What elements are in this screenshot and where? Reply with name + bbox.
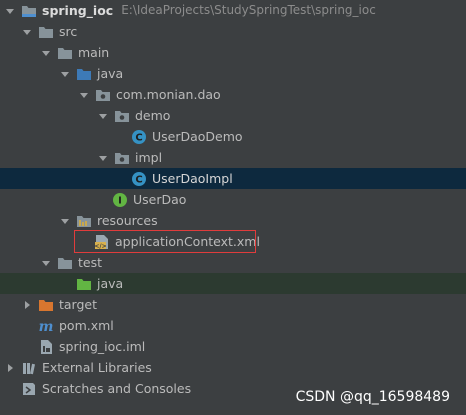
interface-icon: I: [112, 192, 128, 208]
source-folder-icon: [76, 66, 92, 82]
project-name: spring_ioc: [42, 3, 114, 18]
scratches-icon: [21, 381, 37, 397]
chevron-down-icon[interactable]: [5, 6, 15, 16]
maven-icon: m: [38, 318, 54, 334]
svg-text:C: C: [135, 132, 142, 143]
chevron-down-icon[interactable]: [79, 90, 89, 100]
project-folder-icon: [21, 3, 37, 19]
tree-row-demo[interactable]: demo: [0, 105, 466, 126]
svg-text:I: I: [118, 195, 122, 206]
chevron-down-icon[interactable]: [60, 216, 70, 226]
tree-row-pom[interactable]: m pom.xml: [0, 315, 466, 336]
interface-label: UserDao: [133, 192, 187, 207]
tree-row-resources[interactable]: resources: [0, 210, 466, 231]
tree-row-iml[interactable]: spring_ioc.iml: [0, 336, 466, 357]
chevron-right-icon[interactable]: [5, 363, 15, 373]
tree-row-package[interactable]: com.monian.dao: [0, 84, 466, 105]
watermark: CSDN @qq_16598489: [295, 389, 450, 405]
package-icon: [95, 87, 111, 103]
tree-row-target[interactable]: target: [0, 294, 466, 315]
project-path: E:\IdeaProjects\StudySpringTest\spring_i…: [121, 3, 376, 17]
tree-row-java[interactable]: java: [0, 63, 466, 84]
excluded-folder-icon: [38, 297, 54, 313]
tree-row-impl[interactable]: impl: [0, 147, 466, 168]
highlight-box: [74, 230, 256, 253]
svg-text:m: m: [39, 319, 54, 334]
file-label: pom.xml: [59, 318, 114, 333]
chevron-down-icon[interactable]: [60, 69, 70, 79]
package-icon: [114, 108, 130, 124]
tree-row-user-dao-demo[interactable]: C UserDaoDemo: [0, 126, 466, 147]
chevron-down-icon[interactable]: [41, 48, 51, 58]
package-icon: [114, 150, 130, 166]
chevron-right-icon[interactable]: [22, 300, 32, 310]
resources-folder-icon: [76, 213, 92, 229]
iml-file-icon: [38, 339, 54, 355]
folder-icon: [57, 255, 73, 271]
folder-icon: [57, 45, 73, 61]
class-label: UserDaoDemo: [152, 129, 243, 144]
folder-label: target: [59, 297, 98, 312]
folder-label: src: [59, 24, 78, 39]
svg-text:C: C: [135, 174, 142, 185]
chevron-down-icon[interactable]: [98, 111, 108, 121]
scratches-label: Scratches and Consoles: [42, 381, 192, 396]
tree-row-test-java[interactable]: java: [0, 273, 466, 294]
chevron-down-icon[interactable]: [41, 258, 51, 268]
class-label: UserDaoImpl: [152, 171, 233, 186]
tree-row-user-dao[interactable]: I UserDao: [0, 189, 466, 210]
chevron-down-icon[interactable]: [98, 153, 108, 163]
folder-label: main: [78, 45, 110, 60]
file-label: spring_ioc.iml: [59, 339, 146, 354]
external-libraries-label: External Libraries: [42, 360, 152, 375]
class-icon: C: [131, 129, 147, 145]
tree-row-user-dao-impl[interactable]: C UserDaoImpl: [0, 168, 466, 189]
tree-row-test[interactable]: test: [0, 252, 466, 273]
package-label: impl: [135, 150, 163, 165]
tree-row-main[interactable]: main: [0, 42, 466, 63]
package-label: demo: [135, 108, 171, 123]
tree-row-project[interactable]: spring_ioc E:\IdeaProjects\StudySpringTe…: [0, 0, 466, 21]
library-icon: [21, 360, 37, 376]
class-icon: C: [131, 171, 147, 187]
chevron-down-icon[interactable]: [22, 27, 32, 37]
tree-row-src[interactable]: src: [0, 21, 466, 42]
package-label: com.monian.dao: [116, 87, 221, 102]
folder-label: test: [78, 255, 103, 270]
folder-label: java: [97, 276, 124, 291]
folder-label: resources: [97, 213, 158, 228]
folder-label: java: [97, 66, 124, 81]
tree-row-external-libraries[interactable]: External Libraries: [0, 357, 466, 378]
test-source-folder-icon: [76, 276, 92, 292]
folder-icon: [38, 24, 54, 40]
